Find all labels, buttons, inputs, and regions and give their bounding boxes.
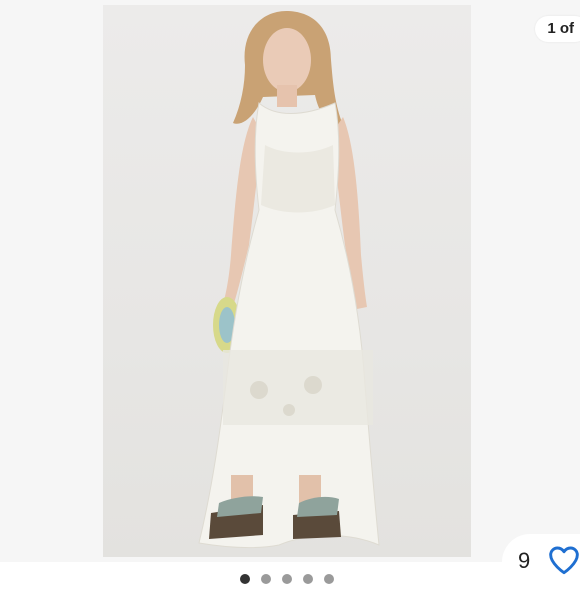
dress-photo-illustration xyxy=(198,10,380,549)
carousel-dot-2[interactable] xyxy=(261,574,271,584)
image-counter: 1 of xyxy=(535,16,580,42)
carousel-dot-1[interactable] xyxy=(240,574,250,584)
like-button[interactable]: 9 xyxy=(502,534,580,590)
product-photo[interactable] xyxy=(103,5,471,557)
like-count: 9 xyxy=(518,548,531,573)
carousel-dot-3[interactable] xyxy=(282,574,292,584)
carousel-dots xyxy=(240,574,334,584)
carousel-dot-4[interactable] xyxy=(303,574,313,584)
heart-icon[interactable] xyxy=(548,545,580,575)
carousel-dot-5[interactable] xyxy=(324,574,334,584)
image-viewer[interactable]: 1 of xyxy=(0,0,580,562)
